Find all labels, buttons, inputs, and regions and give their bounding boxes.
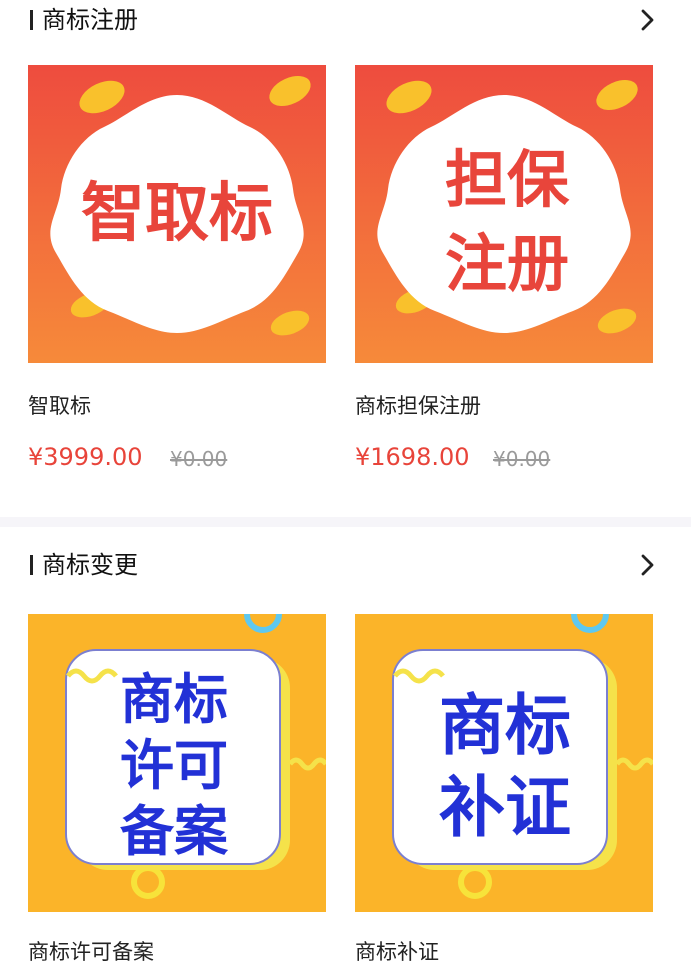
product-image[interactable]: 担保 注册: [355, 65, 653, 363]
image-text: 商标: [439, 687, 571, 764]
product-image[interactable]: 智取标: [28, 65, 326, 363]
image-text: 备案: [120, 800, 229, 863]
image-text: 许可: [120, 734, 228, 797]
product-name[interactable]: 智取标: [28, 390, 91, 420]
product-name[interactable]: 商标许可备案: [28, 936, 154, 966]
product-name[interactable]: 商标担保注册: [355, 390, 481, 420]
image-text: 担保: [445, 143, 570, 216]
section-trademark-registration: 商标注册 智取标 智取标 ¥3999.00 ¥0.00 担保 注册 商标担保注册…: [0, 0, 691, 517]
product-card[interactable]: 商标 补证 商标补证: [355, 614, 653, 969]
image-text: 注册: [445, 227, 569, 300]
section-title: 商标变更: [42, 551, 138, 579]
product-image[interactable]: 商标 补证: [355, 614, 653, 912]
image-text: 智取标: [81, 177, 273, 251]
section-header[interactable]: 商标变更: [0, 545, 691, 585]
section-title: 商标注册: [42, 6, 138, 34]
product-original-price: ¥0.00: [493, 447, 551, 471]
section-header[interactable]: 商标注册: [0, 0, 691, 40]
product-card[interactable]: 智取标 智取标 ¥3999.00 ¥0.00: [28, 65, 326, 485]
product-price: ¥1698.00: [355, 443, 470, 471]
product-card[interactable]: 商标 许可 备案 商标许可备案: [28, 614, 326, 969]
section-divider: [0, 517, 691, 527]
image-text: 商标: [120, 668, 228, 731]
product-name[interactable]: 商标补证: [355, 936, 439, 966]
chevron-right-icon[interactable]: [635, 553, 659, 577]
section-title-marker: [30, 10, 33, 30]
product-price: ¥3999.00: [28, 443, 143, 471]
image-text: 补证: [439, 769, 571, 846]
product-original-price: ¥0.00: [170, 447, 228, 471]
chevron-right-icon[interactable]: [635, 8, 659, 32]
section-trademark-change: 商标变更 商标 许可 备案 商标许可备案 商标 补证 商标补证: [0, 527, 691, 969]
product-image[interactable]: 商标 许可 备案: [28, 614, 326, 912]
product-card[interactable]: 担保 注册 商标担保注册 ¥1698.00 ¥0.00: [355, 65, 653, 485]
section-title-marker: [30, 555, 33, 575]
